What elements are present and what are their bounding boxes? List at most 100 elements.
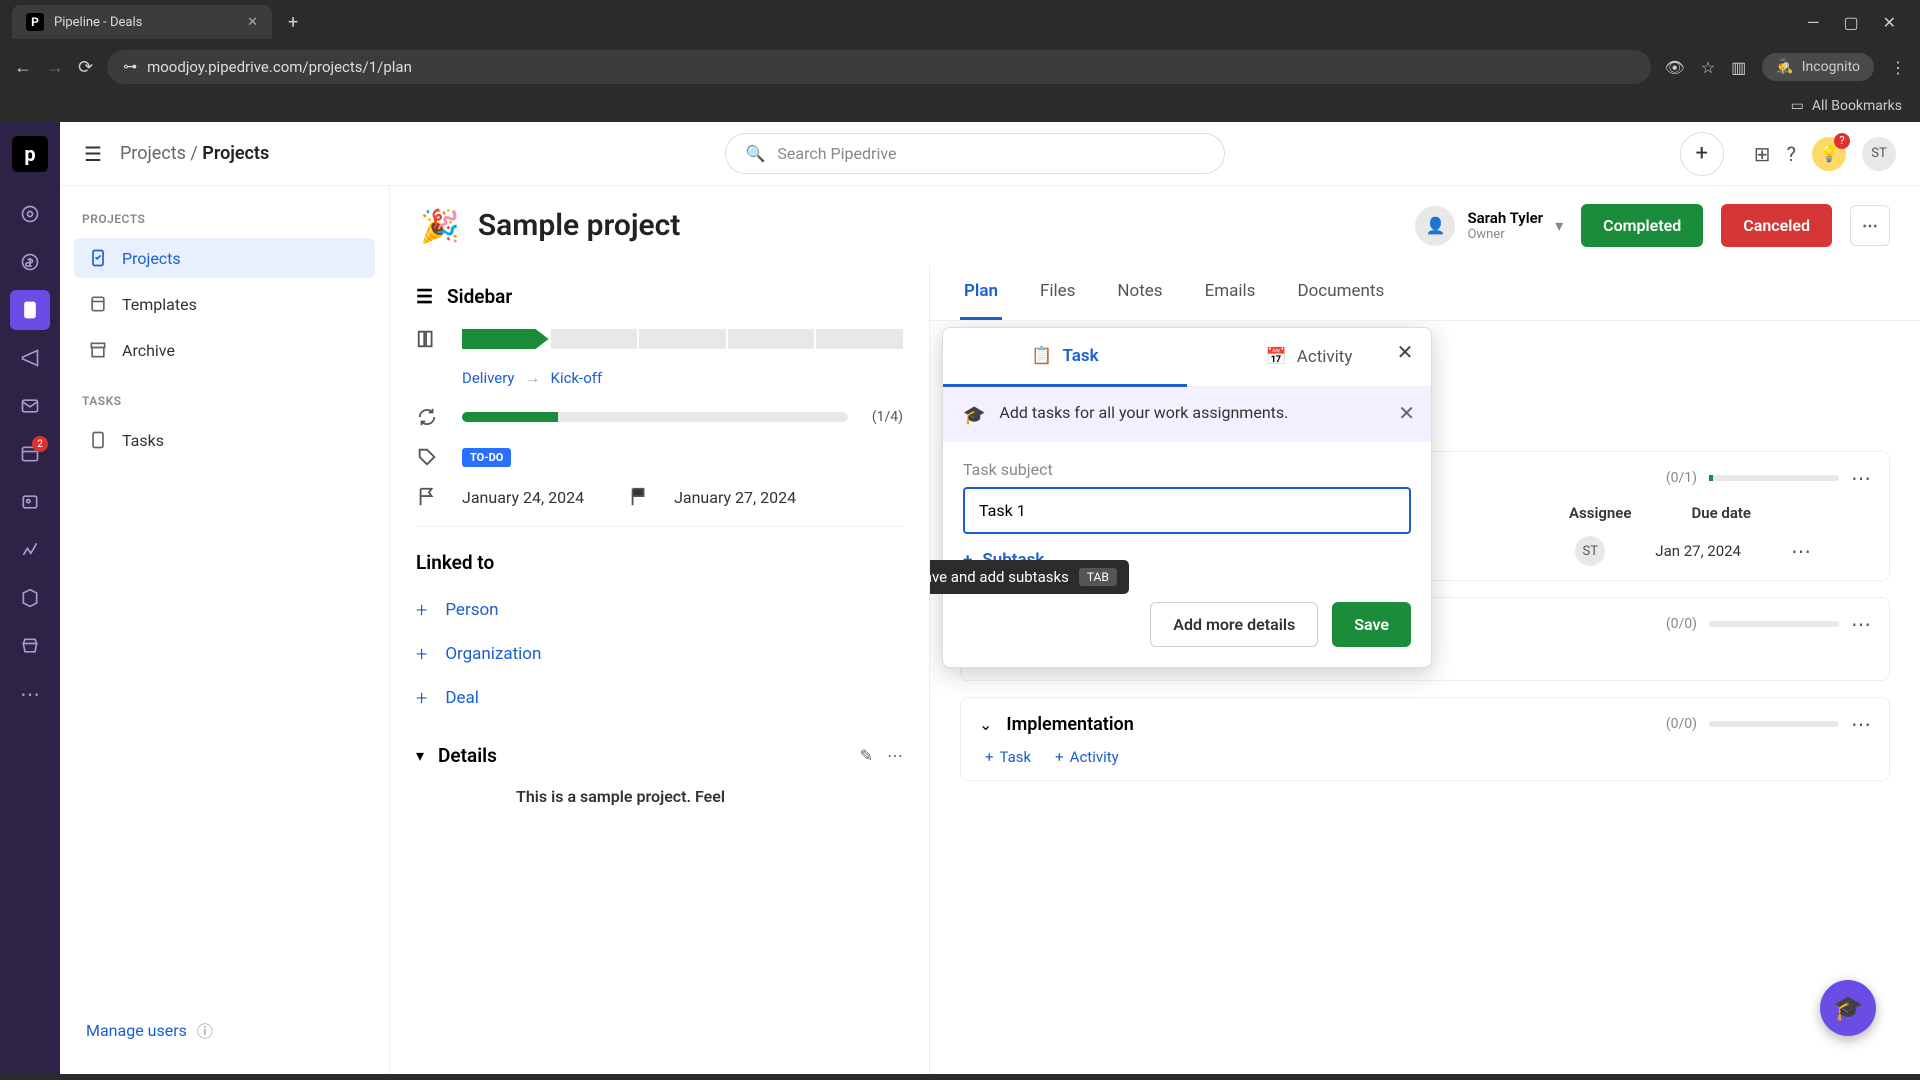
add-activity-button[interactable]: + Activity — [1055, 748, 1119, 766]
stage-link[interactable]: Kick-off — [551, 369, 603, 387]
more-icon[interactable]: ⋯ — [887, 746, 903, 765]
close-icon[interactable]: ✕ — [1391, 338, 1419, 366]
help-fab[interactable]: 🎓 — [1820, 980, 1876, 1036]
sidebar-item-projects[interactable]: Projects — [74, 238, 375, 278]
tab-plan[interactable]: Plan — [960, 265, 1002, 320]
rail-marketplace[interactable] — [10, 626, 50, 666]
search-input[interactable]: 🔍 Search Pipedrive — [725, 133, 1225, 174]
task-subject-input[interactable] — [963, 487, 1411, 534]
extensions-icon[interactable]: ⊞ — [1754, 142, 1771, 166]
sidebar-section-projects: PROJECTS — [82, 212, 367, 226]
tab-emails[interactable]: Emails — [1201, 265, 1260, 320]
save-button[interactable]: Save — [1332, 602, 1411, 647]
site-info-icon[interactable]: ⊶ — [123, 59, 137, 75]
end-date[interactable]: January 27, 2024 — [674, 488, 796, 507]
assignee-avatar[interactable]: ST — [1575, 536, 1605, 566]
quick-add-button[interactable]: + — [1680, 132, 1724, 176]
folder-icon: ▭ — [1791, 98, 1804, 114]
panel-icon[interactable]: ▥ — [1731, 58, 1746, 77]
back-icon[interactable]: ← — [14, 57, 32, 78]
description-preview: This is a sample project. Feel — [416, 787, 903, 806]
flag-start-icon — [416, 486, 438, 508]
tab-notes[interactable]: Notes — [1113, 265, 1166, 320]
rail-more[interactable]: ⋯ — [10, 674, 50, 714]
tab-favicon: P — [26, 13, 44, 31]
rail-deals[interactable] — [10, 242, 50, 282]
refresh-icon — [416, 406, 438, 428]
rail-insights[interactable] — [10, 530, 50, 570]
url-bar[interactable]: ⊶ moodjoy.pipedrive.com/projects/1/plan — [107, 50, 1650, 84]
linked-to-header: Linked to — [416, 551, 903, 574]
chevron-down-icon[interactable]: ⌄ — [979, 715, 992, 734]
progress-bar — [462, 412, 848, 422]
add-task-button[interactable]: + Task — [985, 748, 1031, 766]
rail-campaigns[interactable] — [10, 338, 50, 378]
sidebar-item-archive[interactable]: Archive — [74, 330, 375, 370]
phase-implementation: ⌄ Implementation (0/0) ⋯ + Task — [960, 697, 1890, 781]
phase-menu-icon[interactable]: ⋯ — [1851, 612, 1871, 636]
project-title[interactable]: Sample project — [478, 208, 681, 243]
canceled-button[interactable]: Canceled — [1721, 204, 1832, 247]
stage-pipeline[interactable] — [462, 329, 903, 349]
close-window-icon[interactable]: ✕ — [1883, 13, 1896, 32]
phase-menu-icon[interactable]: ⋯ — [1851, 712, 1871, 736]
hint-banner: 🎓 Add tasks for all your work assignment… — [943, 387, 1431, 442]
sidebar-item-templates[interactable]: Templates — [74, 284, 375, 324]
col-due-date: Due date — [1691, 504, 1751, 522]
calendar-icon: 📅 — [1266, 347, 1287, 367]
chevron-down-icon: ▾ — [1555, 216, 1563, 235]
rail-activities[interactable]: 2 — [10, 434, 50, 474]
eye-off-icon[interactable]: 👁 — [1665, 58, 1685, 77]
task-subject-label: Task subject — [963, 460, 1411, 479]
status-tag[interactable]: TO-DO — [462, 448, 511, 467]
row-menu-icon[interactable]: ⋯ — [1791, 539, 1811, 563]
tab-files[interactable]: Files — [1036, 265, 1079, 320]
sidebar-toggle[interactable]: ☰ Sidebar — [416, 285, 903, 308]
sidebar-item-tasks[interactable]: Tasks — [74, 420, 375, 460]
completed-button[interactable]: Completed — [1581, 204, 1703, 247]
edit-icon[interactable]: ✎ — [860, 746, 873, 765]
info-icon: ⓘ — [197, 1018, 213, 1042]
user-avatar[interactable]: ST — [1862, 137, 1896, 171]
popup-tab-task[interactable]: 📋 Task — [943, 328, 1187, 387]
minimize-icon[interactable]: — — [1807, 13, 1820, 32]
browser-menu-icon[interactable]: ⋮ — [1890, 58, 1906, 77]
url-text: moodjoy.pipedrive.com/projects/1/plan — [147, 58, 412, 76]
tips-icon[interactable]: 💡 — [1812, 137, 1846, 171]
board-link[interactable]: Delivery — [462, 369, 515, 387]
all-bookmarks-link[interactable]: All Bookmarks — [1812, 98, 1902, 114]
add-person-link[interactable]: +Person — [416, 588, 903, 632]
add-organization-link[interactable]: +Organization — [416, 632, 903, 676]
reload-icon[interactable]: ⟳ — [78, 57, 93, 78]
close-icon[interactable]: ✕ — [247, 15, 258, 30]
more-actions-button[interactable]: ⋯ — [1850, 205, 1890, 246]
new-tab-button[interactable]: + — [280, 8, 306, 37]
rail-products[interactable] — [10, 578, 50, 618]
close-hint-icon[interactable]: ✕ — [1398, 401, 1415, 425]
add-deal-link[interactable]: +Deal — [416, 676, 903, 720]
rail-projects[interactable] — [10, 290, 50, 330]
menu-toggle-icon[interactable]: ☰ — [84, 142, 102, 166]
browser-tab[interactable]: P Pipeline - Deals ✕ — [12, 5, 272, 39]
phase-menu-icon[interactable]: ⋯ — [1851, 466, 1871, 490]
project-emoji[interactable]: 🎉 — [420, 207, 460, 245]
rail-mail[interactable] — [10, 386, 50, 426]
incognito-badge[interactable]: 🕵 Incognito — [1762, 53, 1874, 81]
add-more-details-button[interactable]: Add more details — [1150, 602, 1318, 647]
browser-nav-bar: ← → ⟳ ⊶ moodjoy.pipedrive.com/projects/1… — [0, 44, 1920, 90]
bookmark-star-icon[interactable]: ☆ — [1701, 58, 1715, 77]
maximize-icon[interactable]: ▢ — [1843, 13, 1858, 32]
rail-home[interactable] — [10, 194, 50, 234]
brand-logo[interactable]: p — [12, 136, 48, 172]
due-date-value[interactable]: Jan 27, 2024 — [1655, 542, 1741, 560]
rail-contacts[interactable] — [10, 482, 50, 522]
start-date[interactable]: January 24, 2024 — [462, 488, 584, 507]
tag-icon — [416, 446, 438, 468]
tab-documents[interactable]: Documents — [1293, 265, 1388, 320]
chevron-down-icon[interactable]: ▾ — [416, 746, 424, 765]
owner-selector[interactable]: 👤 Sarah Tyler Owner ▾ — [1415, 206, 1563, 246]
help-icon[interactable]: ? — [1787, 142, 1796, 166]
manage-users-link[interactable]: Manage users ⓘ — [74, 1006, 375, 1054]
incognito-icon: 🕵 — [1776, 59, 1793, 75]
forward-icon[interactable]: → — [46, 57, 64, 78]
